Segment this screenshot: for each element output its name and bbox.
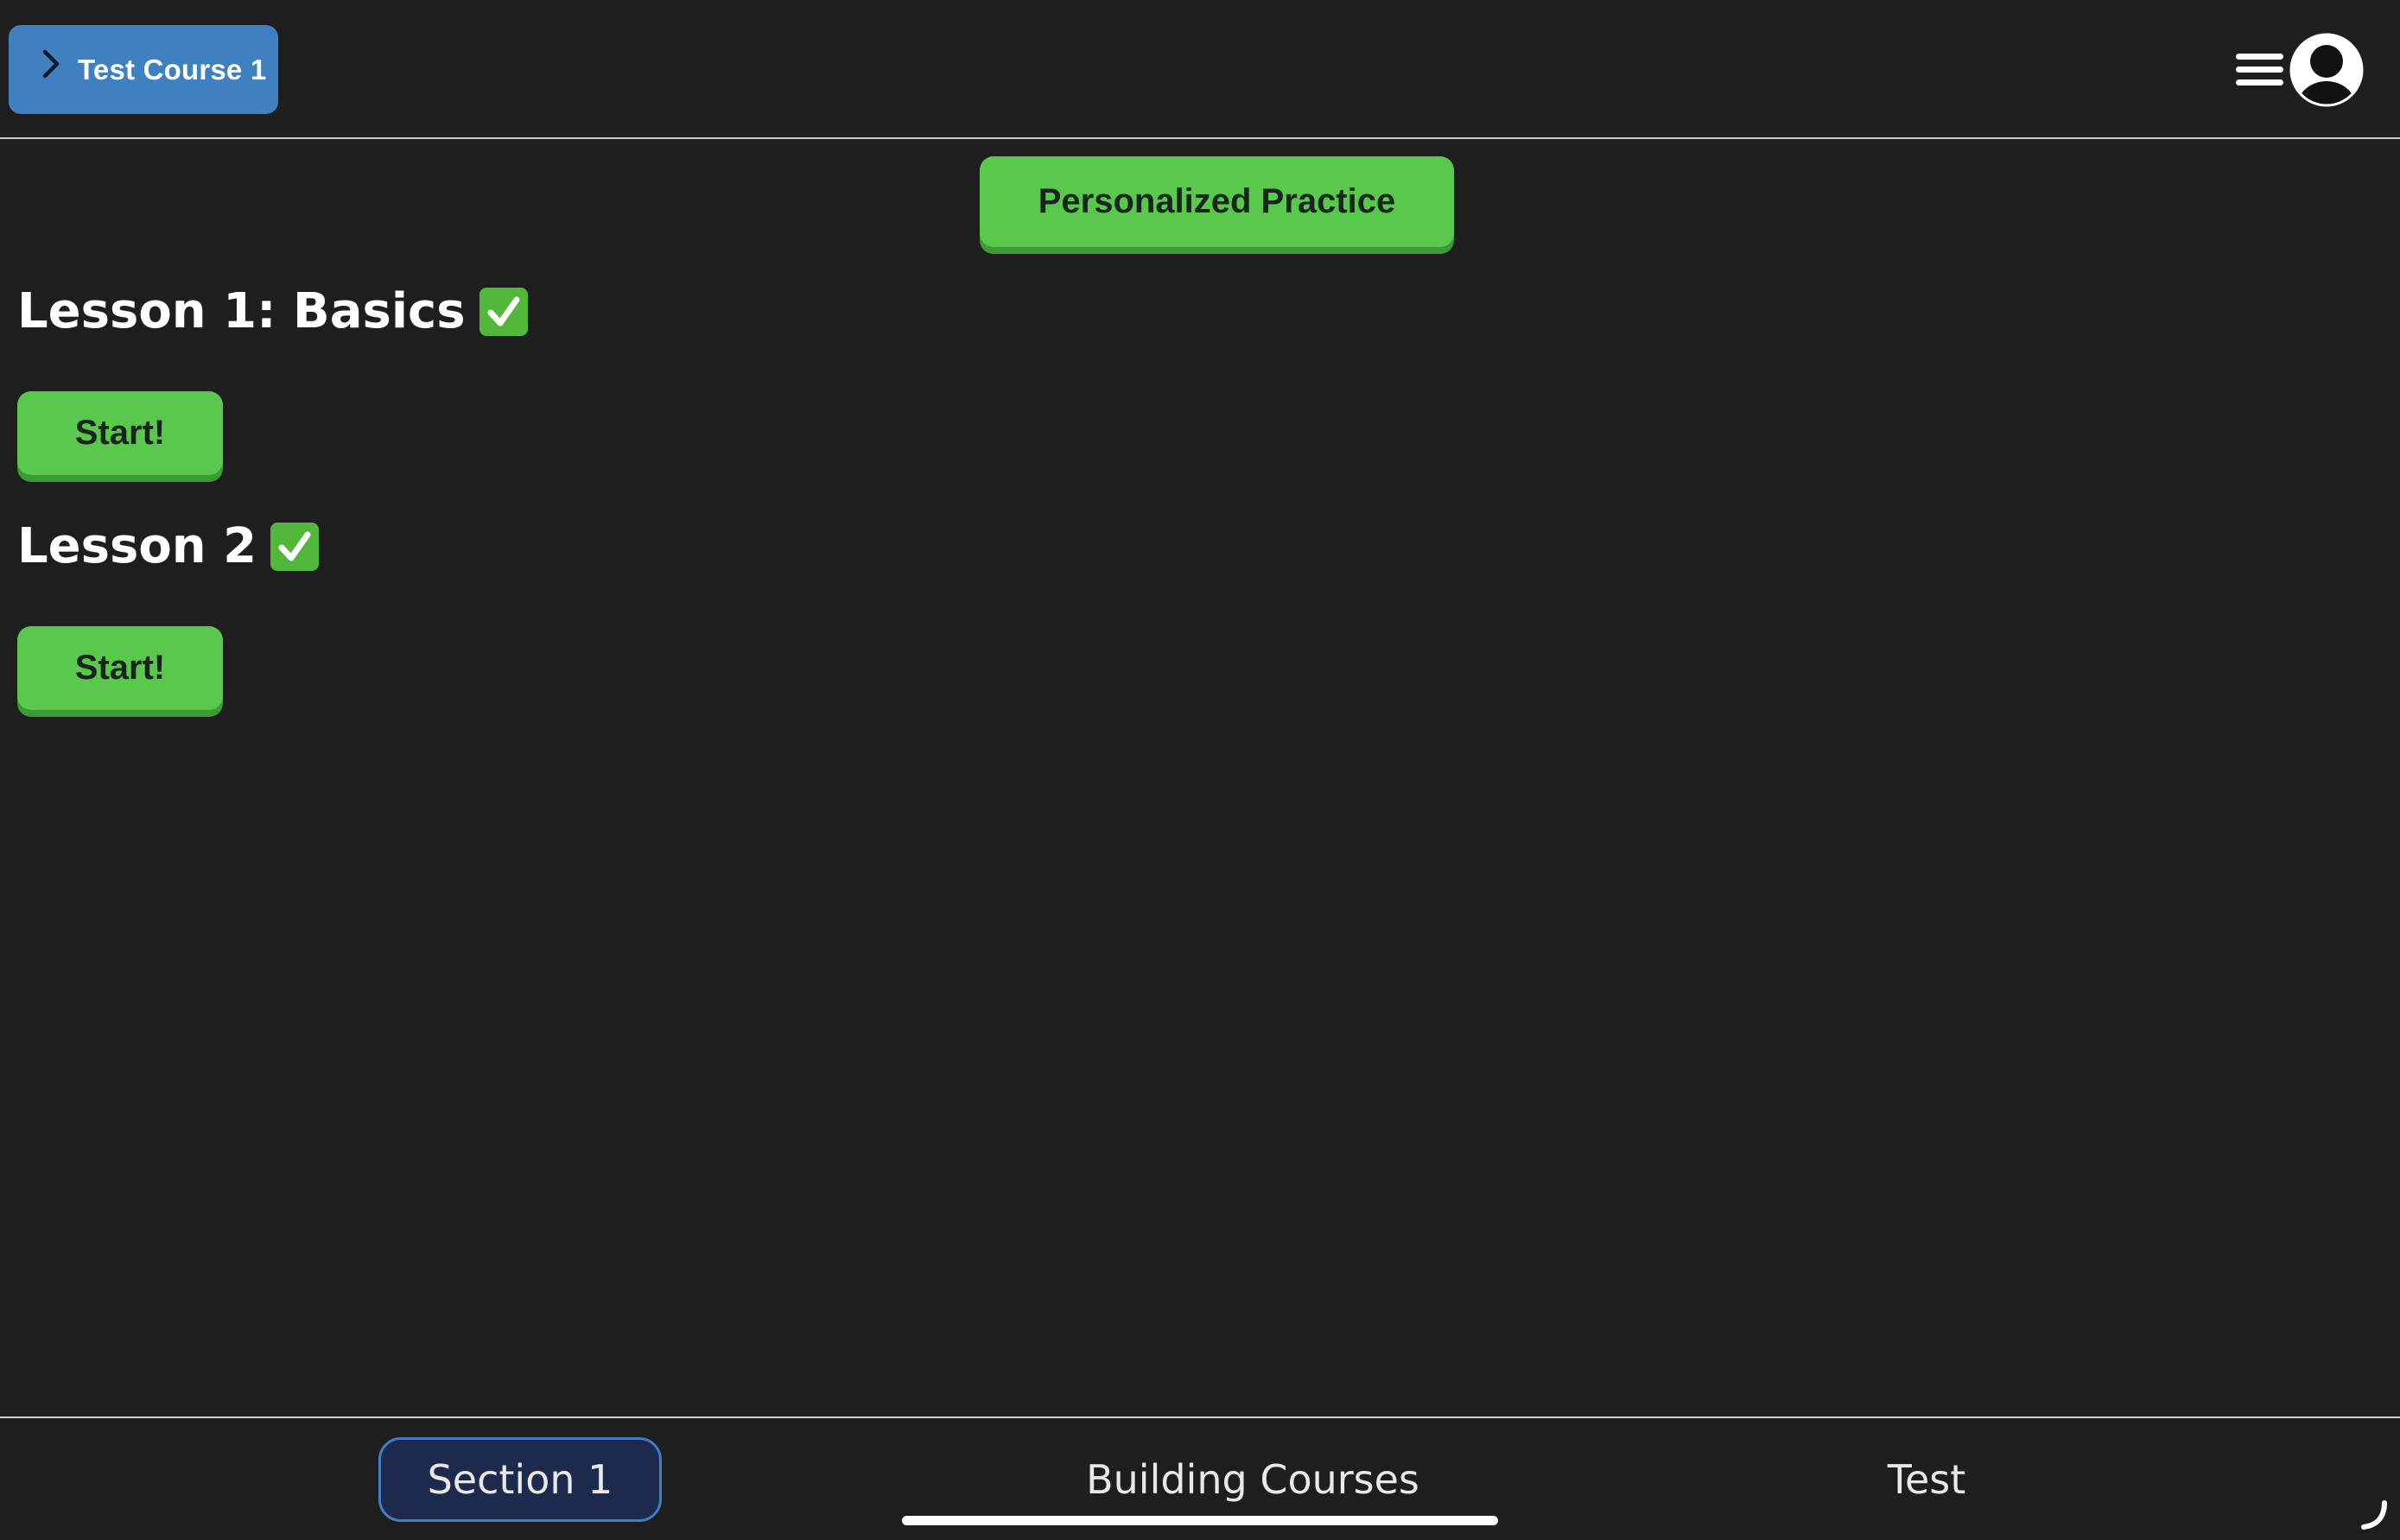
- lesson-1-title-text: Lesson 1: Basics: [17, 283, 466, 339]
- user-avatar-icon[interactable]: [2289, 33, 2364, 107]
- home-indicator[interactable]: [902, 1516, 1498, 1525]
- resize-grip-icon[interactable]: [2359, 1499, 2390, 1530]
- lesson-1-start-button[interactable]: Start!: [17, 391, 223, 475]
- hamburger-menu-icon[interactable]: [2236, 52, 2283, 88]
- top-bar: Test Course 1: [0, 0, 2400, 139]
- tab-section-1[interactable]: Section 1: [378, 1437, 662, 1522]
- course-selector-label: Test Course 1: [78, 53, 267, 86]
- tab-test[interactable]: Test: [1857, 1437, 1996, 1522]
- personalized-practice-button[interactable]: Personalized Practice: [980, 156, 1454, 247]
- lesson-1-title: Lesson 1: Basics: [17, 283, 528, 339]
- lesson-2-title-text: Lesson 2: [17, 518, 257, 574]
- check-mark-icon: [479, 287, 528, 336]
- lesson-2-title: Lesson 2: [17, 518, 320, 574]
- chevron-right-icon: [38, 47, 66, 81]
- course-selector-button[interactable]: Test Course 1: [9, 25, 278, 114]
- lesson-2-start-button[interactable]: Start!: [17, 626, 223, 710]
- check-mark-icon: [270, 522, 320, 571]
- tab-building-courses[interactable]: Building Courses: [1028, 1437, 1477, 1522]
